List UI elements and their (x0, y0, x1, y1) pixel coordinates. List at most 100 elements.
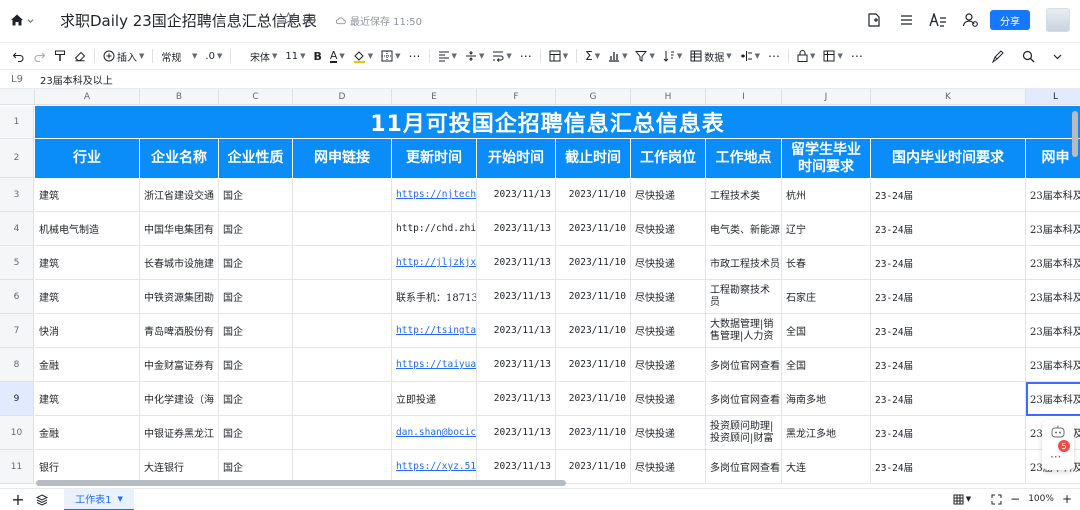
cell-c5[interactable]: 国企 (219, 246, 293, 280)
cell-e9[interactable]: 立即投递 (392, 382, 477, 416)
row-header-6[interactable]: 6 (0, 280, 34, 314)
cell-j4[interactable]: 辽宁 (782, 212, 871, 246)
home-menu[interactable] (10, 11, 40, 29)
cell-d8[interactable] (293, 348, 392, 382)
redo-button[interactable] (29, 46, 50, 66)
cell-l4[interactable]: 23届本科及 (1026, 212, 1080, 246)
cell-g7[interactable]: 2023/11/10 (556, 314, 631, 348)
cell-i10[interactable]: 投资顾问助理|投资顾问|财富 (706, 416, 782, 450)
spreadsheet-grid[interactable]: 11月可投国企招聘信息汇总信息表 A B C D E F G H I J K L 1 2 3 4 5 6 7 8 9 10… (0, 89, 1080, 488)
data-menu-button[interactable]: 数据 ▼ (686, 46, 735, 66)
cell-b4[interactable]: 中国华电集团有 (140, 212, 219, 246)
text-format-icon[interactable] (928, 10, 948, 30)
cell-b7[interactable]: 青岛啤酒股份有 (140, 314, 219, 348)
row-header-10[interactable]: 10 (0, 416, 34, 450)
cell-j3[interactable]: 杭州 (782, 178, 871, 212)
undo-button[interactable] (8, 46, 29, 66)
cell-k4[interactable]: 23-24届 (871, 212, 1026, 246)
cell-reference[interactable]: L9 (0, 74, 34, 85)
cell-a4[interactable]: 机械电气制造 (35, 212, 140, 246)
zoom-level[interactable]: 100% (1028, 494, 1054, 504)
cell-l5[interactable]: 23届本科及 (1026, 246, 1080, 280)
header-cell-i[interactable]: 工作地点 (706, 139, 782, 178)
row-header-9[interactable]: 9 (0, 382, 34, 416)
cell-h3[interactable]: 尽快投递 (631, 178, 706, 212)
cell-l3[interactable]: 23届本科及 (1026, 178, 1080, 212)
sort-button[interactable]: ▼ (659, 46, 686, 66)
header-cell-a[interactable]: 行业 (35, 139, 140, 178)
header-cell-g[interactable]: 截止时间 (556, 139, 631, 178)
vertical-scrollbar[interactable] (1072, 111, 1078, 157)
cell-l7[interactable]: 23届本科及 (1026, 314, 1080, 348)
cell-j11[interactable]: 大连 (782, 450, 871, 484)
sheet-tab-1[interactable]: 工作表1 ▼ (64, 488, 134, 510)
cell-d7[interactable] (293, 314, 392, 348)
cell-g6[interactable]: 2023/11/10 (556, 280, 631, 314)
cell-h9[interactable]: 尽快投递 (631, 382, 706, 416)
floating-assistant[interactable]: 5 ··· (1042, 420, 1074, 470)
format-painter-button[interactable] (50, 46, 70, 66)
column-header-k[interactable]: K (871, 89, 1026, 105)
cell-g5[interactable]: 2023/11/10 (556, 246, 631, 280)
cell-h6[interactable]: 尽快投递 (631, 280, 706, 314)
cell-f5[interactable]: 2023/11/13 (477, 246, 556, 280)
cell-k3[interactable]: 23-24届 (871, 178, 1026, 212)
move-to-folder-icon[interactable] (303, 12, 316, 25)
menu-list-icon[interactable] (896, 10, 916, 30)
more-options-button[interactable]: ⋯ (405, 46, 425, 66)
cell-c11[interactable]: 国企 (219, 450, 293, 484)
sheet-list-button[interactable] (36, 493, 50, 506)
cell-h4[interactable]: 尽快投递 (631, 212, 706, 246)
cell-i8[interactable]: 多岗位官网查看 (706, 348, 782, 382)
cell-i9[interactable]: 多岗位官网查看 (706, 382, 782, 416)
fullscreen-icon[interactable] (991, 494, 1002, 505)
text-color-button[interactable]: A ▼ (326, 46, 349, 66)
protect-button[interactable]: ▼ (793, 46, 819, 66)
cell-a8[interactable]: 金融 (35, 348, 140, 382)
border-button[interactable]: ▼ (377, 46, 404, 66)
cell-a3[interactable]: 建筑 (35, 178, 140, 212)
cell-c8[interactable]: 国企 (219, 348, 293, 382)
header-cell-f[interactable]: 开始时间 (477, 139, 556, 178)
search-button[interactable] (1018, 46, 1039, 66)
formula-input[interactable]: 23届本科及以上 (34, 72, 113, 87)
cell-h5[interactable]: 尽快投递 (631, 246, 706, 280)
cell-c7[interactable]: 国企 (219, 314, 293, 348)
column-header-e[interactable]: E (392, 89, 477, 105)
cell-c10[interactable]: 国企 (219, 416, 293, 450)
column-header-h[interactable]: H (631, 89, 706, 105)
cell-j6[interactable]: 石家庄 (782, 280, 871, 314)
cell-g4[interactable]: 2023/11/10 (556, 212, 631, 246)
cell-h11[interactable]: 尽快投递 (631, 450, 706, 484)
cell-f11[interactable]: 2023/11/13 (477, 450, 556, 484)
cell-k10[interactable]: 23-24届 (871, 416, 1026, 450)
conditional-format-button[interactable]: ▼ (736, 46, 764, 66)
cell-f4[interactable]: 2023/11/13 (477, 212, 556, 246)
add-sheet-button[interactable]: + (0, 490, 36, 509)
header-cell-e[interactable]: 更新时间 (392, 139, 477, 178)
cell-i4[interactable]: 电气类、新能源 (706, 212, 782, 246)
select-all-corner[interactable] (0, 89, 35, 105)
font-select[interactable]: 宋体 ▼ (235, 46, 281, 66)
new-comment-icon[interactable] (864, 10, 884, 30)
header-cell-c[interactable]: 企业性质 (219, 139, 293, 178)
cell-h10[interactable]: 尽快投递 (631, 416, 706, 450)
cell-i11[interactable]: 多岗位官网查看 (706, 450, 782, 484)
number-format-select[interactable]: 常规 ▼ (157, 46, 201, 66)
column-header-g[interactable]: G (556, 89, 631, 105)
cell-i6[interactable]: 工程勘察技术员 (706, 280, 782, 314)
cell-b3[interactable]: 浙江省建设交通 (140, 178, 219, 212)
sheet-banner-title[interactable]: 11月可投国企招聘信息汇总信息表 (35, 106, 1080, 139)
cell-i7[interactable]: 大数据管理|销售管理|人力资 (706, 314, 782, 348)
font-size-select[interactable]: 11 ▼ (281, 46, 309, 66)
cell-k9[interactable]: 23-24届 (871, 382, 1026, 416)
cell-j7[interactable]: 全国 (782, 314, 871, 348)
row-header-4[interactable]: 4 (0, 212, 34, 246)
chart-button[interactable]: ▼ (604, 46, 631, 66)
cell-k6[interactable]: 23-24届 (871, 280, 1026, 314)
row-header-7[interactable]: 7 (0, 314, 34, 348)
more-options-button[interactable]: ⋯ (516, 46, 536, 66)
column-header-i[interactable]: I (706, 89, 782, 105)
cell-l9[interactable]: 23届本科及 (1026, 382, 1080, 416)
row-header-8[interactable]: 8 (0, 348, 34, 382)
